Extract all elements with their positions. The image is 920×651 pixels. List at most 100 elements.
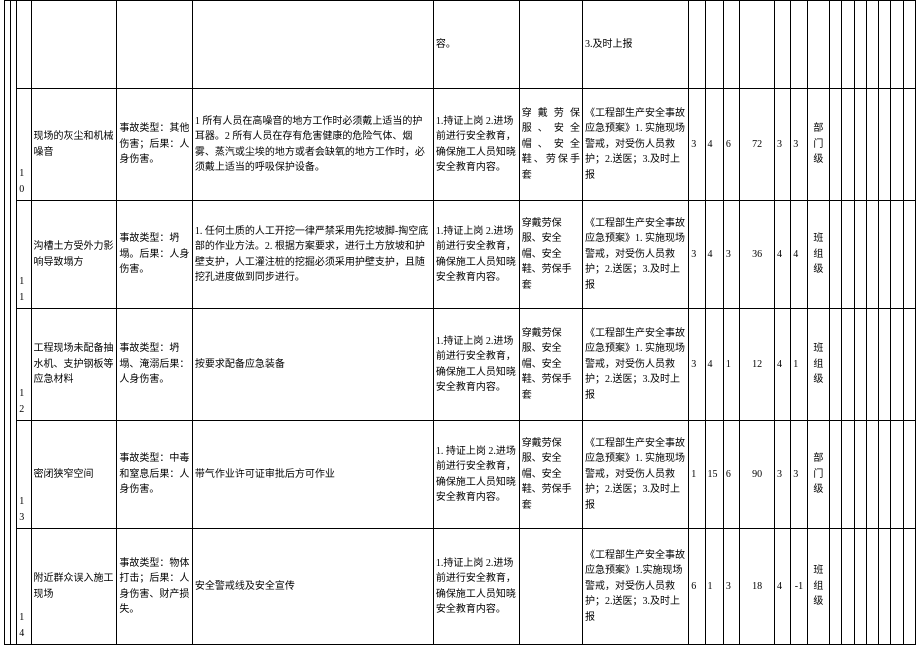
ppe-cell: 穿戴劳保服、安全帽、安全鞋、劳保手套 <box>519 421 582 529</box>
plan-cell: 《工程部生产安全事故应急预案》1. 实施现场警戒，对受伤人员救护；2.送医；3.… <box>583 309 689 421</box>
n2-cell: 4 <box>705 309 723 421</box>
row-index: 10 <box>17 89 31 201</box>
n1-cell: 3 <box>689 89 705 201</box>
type-cell: 事故类型：其他伤害；后果：人身伤害。 <box>117 89 193 201</box>
train-cell: 1. 持证上岗 2.进场前进行安全教育，确保施工人员知晓安全教育内容。 <box>433 421 519 529</box>
type-cell: 事故类型：坍塌。后果：人身伤害。 <box>117 201 193 309</box>
n5-cell <box>774 1 790 89</box>
n3-cell: 6 <box>723 89 739 201</box>
measure-cell: 1 所有人员在高噪音的地方工作时必须戴上适当的护耳器。2 所有人员在存有危害健康… <box>192 89 433 201</box>
tail-cell <box>830 201 842 309</box>
tail-cell <box>866 201 878 309</box>
tail-cell <box>854 89 866 201</box>
table-row: 12 工程现场未配备抽水机、支护钢板等应急材料 事故类型：坍塌、淹溺后果：人身伤… <box>5 309 916 421</box>
ppe-cell <box>519 529 582 645</box>
tail-cell <box>866 421 878 529</box>
risk-table: 容。 3.及时上报 10 现场的灰尘和机械噪音 事故类型：其他伤害；后果：人身伤… <box>4 0 916 645</box>
tail-cell <box>879 309 891 421</box>
n6-cell: 3 <box>791 89 807 201</box>
n2-cell: 1 <box>705 529 723 645</box>
n3-cell: 6 <box>723 421 739 529</box>
n6-cell: 1 <box>791 309 807 421</box>
work-cell: 现场的灰尘和机械噪音 <box>31 89 117 201</box>
level-cell: 班组级 <box>807 201 829 309</box>
tail-cell <box>854 309 866 421</box>
table-row: 10 现场的灰尘和机械噪音 事故类型：其他伤害；后果：人身伤害。 1 所有人员在… <box>5 89 916 201</box>
n4-cell <box>740 1 775 89</box>
tail-cell <box>891 309 903 421</box>
tail-cell <box>842 421 854 529</box>
tail-cell <box>866 1 878 89</box>
type-cell: 事故类型：物体打击；后果：人身伤害、财产损失。 <box>117 529 193 645</box>
work-cell: 工程现场未配备抽水机、支护钢板等应急材料 <box>31 309 117 421</box>
n4-cell: 72 <box>740 89 775 201</box>
n5-cell: 4 <box>774 309 790 421</box>
tail-cell <box>891 89 903 201</box>
ppe-cell: 穿戴劳保服、安全帽、安全鞋、劳保手套 <box>519 89 582 201</box>
row-index: 12 <box>17 309 31 421</box>
measure-cell: 1. 任何土质的人工开挖一律严禁采用先挖坡脚-掏空底部的作业方法。2. 根据方案… <box>192 201 433 309</box>
tail-cell <box>879 421 891 529</box>
measure-cell: 带气作业许可证审批后方可作业 <box>192 421 433 529</box>
level-cell: 部门级 <box>807 89 829 201</box>
level-cell: 班组级 <box>807 309 829 421</box>
tail-cell <box>830 309 842 421</box>
n1-cell: 1 <box>689 421 705 529</box>
tail-cell <box>903 421 915 529</box>
tail-cell <box>891 421 903 529</box>
table-row: 13 密闭狭窄空间 事故类型：中毒和窒息后果：人身伤害。 带气作业许可证审批后方… <box>5 421 916 529</box>
tail-cell <box>830 1 842 89</box>
tail-cell <box>842 89 854 201</box>
train-cell: 1.持证上岗 2.进场前进行安全教育，确保施工人员知晓安全教育内容。 <box>433 309 519 421</box>
ppe-cell: 穿戴劳保服、安全帽、安全鞋、劳保手套 <box>519 309 582 421</box>
n3-cell: 1 <box>723 309 739 421</box>
level-cell <box>807 1 829 89</box>
level-cell: 班组级 <box>807 529 829 645</box>
train-cell: 容。 <box>433 1 519 89</box>
n1-cell <box>689 1 705 89</box>
n4-cell: 36 <box>740 201 775 309</box>
work-cell: 沟槽土方受外力影响导致塌方 <box>31 201 117 309</box>
tail-cell <box>830 421 842 529</box>
n6-cell: -1 <box>791 529 807 645</box>
plan-cell: 3.及时上报 <box>583 1 689 89</box>
type-cell: 事故类型：坍塌、淹溺后果：人身伤害。 <box>117 309 193 421</box>
tail-cell <box>903 201 915 309</box>
plan-cell: 《工程部生产安全事故应急预案》1.实施现场警戒，对受伤人员救护；2.送医；3.及… <box>583 529 689 645</box>
measure-cell: 安全警戒线及安全宣传 <box>192 529 433 645</box>
n4-cell: 12 <box>740 309 775 421</box>
tail-cell <box>891 201 903 309</box>
tail-cell <box>891 529 903 645</box>
n6-cell <box>791 1 807 89</box>
tail-cell <box>866 309 878 421</box>
tail-cell <box>854 421 866 529</box>
tail-cell <box>854 1 866 89</box>
row-index: 11 <box>17 201 31 309</box>
work-cell <box>31 1 117 89</box>
table-row: 11 沟槽土方受外力影响导致塌方 事故类型：坍塌。后果：人身伤害。 1. 任何土… <box>5 201 916 309</box>
n5-cell: 3 <box>774 421 790 529</box>
n2-cell: 15 <box>705 421 723 529</box>
n5-cell: 3 <box>774 89 790 201</box>
n4-cell: 90 <box>740 421 775 529</box>
table-body: 容。 3.及时上报 10 现场的灰尘和机械噪音 事故类型：其他伤害；后果：人身伤… <box>5 1 916 645</box>
type-cell <box>117 1 193 89</box>
n6-cell: 3 <box>791 421 807 529</box>
tail-cell <box>903 1 915 89</box>
row-index <box>17 1 31 89</box>
tail-cell <box>879 89 891 201</box>
ppe-cell <box>519 1 582 89</box>
tail-cell <box>866 529 878 645</box>
plan-cell: 《工程部生产安全事故应急预案》1. 实施现场警戒，对受伤人员救护；2.送医；3.… <box>583 89 689 201</box>
table-row: 14 附近群众误入施工现场 事故类型：物体打击；后果：人身伤害、财产损失。 安全… <box>5 529 916 645</box>
tail-cell <box>903 89 915 201</box>
n3-cell <box>723 1 739 89</box>
level-cell: 部门级 <box>807 421 829 529</box>
tail-cell <box>879 201 891 309</box>
tail-cell <box>830 89 842 201</box>
risk-table-page: 容。 3.及时上报 10 现场的灰尘和机械噪音 事故类型：其他伤害；后果：人身伤… <box>0 0 920 645</box>
tail-cell <box>903 529 915 645</box>
tail-cell <box>854 529 866 645</box>
type-cell: 事故类型：中毒和窒息后果：人身伤害。 <box>117 421 193 529</box>
tail-cell <box>842 529 854 645</box>
